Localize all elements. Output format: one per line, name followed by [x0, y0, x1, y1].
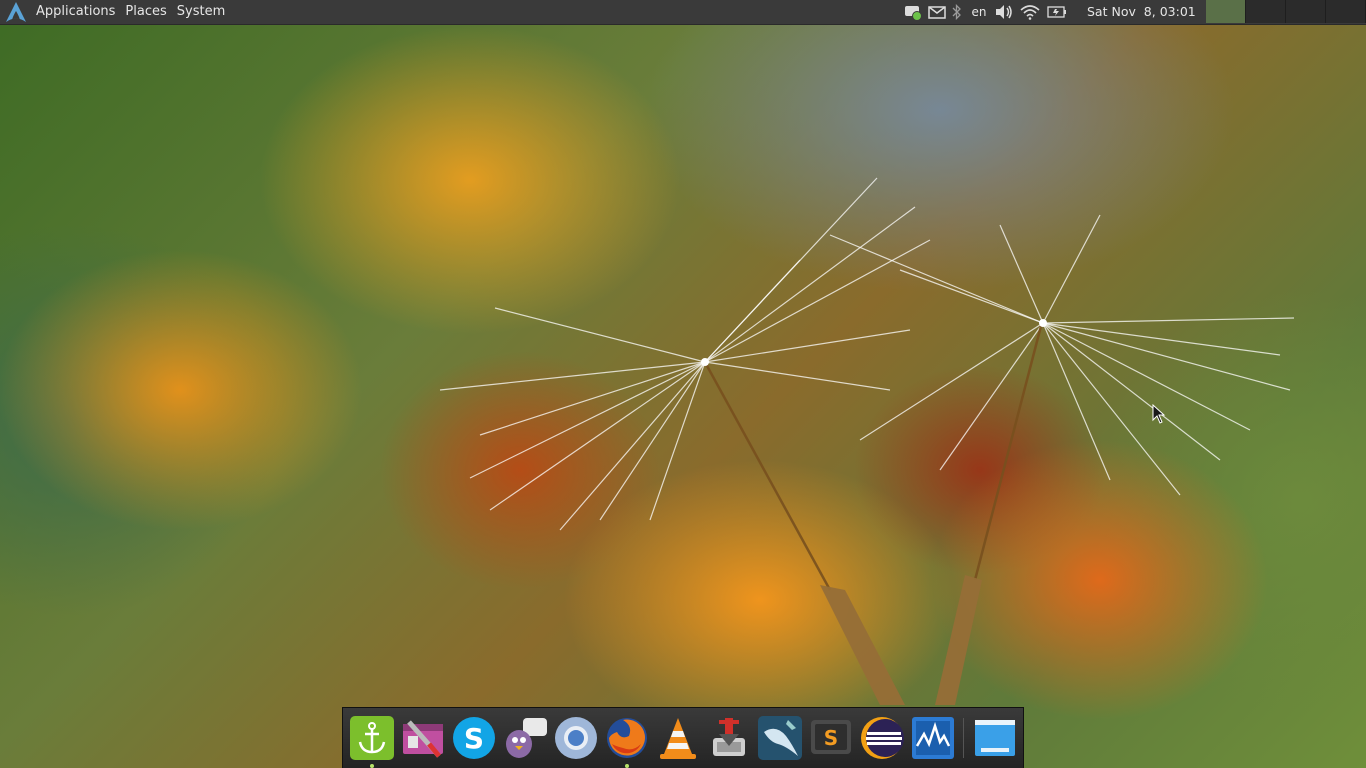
pidgin-icon[interactable]	[501, 714, 549, 762]
svg-text:S: S	[464, 722, 484, 755]
volume-icon[interactable]	[992, 0, 1016, 24]
vlc-icon[interactable]	[654, 714, 702, 762]
desktop[interactable]: Applications Places System en Sat Nov 8,…	[0, 0, 1366, 768]
workspace-4[interactable]	[1326, 0, 1366, 23]
mouse-cursor-icon	[1152, 404, 1166, 424]
keyboard-layout-indicator[interactable]: en	[966, 0, 992, 24]
running-indicator	[370, 764, 374, 768]
workspace-2[interactable]	[1246, 0, 1286, 23]
bluetooth-icon[interactable]	[948, 0, 966, 24]
menu-places[interactable]: Places	[120, 0, 171, 24]
eclipse-icon[interactable]	[858, 714, 906, 762]
firefox-icon[interactable]	[603, 714, 651, 768]
chat-status-icon[interactable]	[900, 0, 926, 24]
transmission-icon[interactable]	[705, 714, 753, 762]
system-monitor-icon[interactable]	[909, 714, 957, 762]
wifi-icon[interactable]	[1016, 0, 1044, 24]
dock-separator	[963, 718, 964, 758]
workspace-1[interactable]	[1206, 0, 1246, 23]
mysql-workbench-icon[interactable]	[756, 714, 804, 762]
running-indicator	[625, 764, 629, 768]
menu-system[interactable]: System	[172, 0, 230, 24]
workspace-3[interactable]	[1286, 0, 1326, 23]
battery-icon[interactable]	[1044, 0, 1070, 24]
show-desktop-icon[interactable]	[971, 714, 1019, 762]
wallpaper-image	[439, 177, 1295, 705]
system-tray: en	[900, 0, 1070, 24]
system-tools-icon[interactable]	[399, 714, 447, 762]
svg-text:S: S	[824, 726, 838, 750]
chromium-icon[interactable]	[552, 714, 600, 762]
main-menu: Applications Places System	[0, 0, 230, 24]
mail-icon[interactable]	[926, 0, 948, 24]
sublime-text-icon[interactable]: S	[807, 714, 855, 762]
anchor-icon[interactable]	[348, 714, 396, 768]
top-panel: Applications Places System en Sat Nov 8,…	[0, 0, 1366, 25]
arch-logo-icon[interactable]	[5, 1, 27, 23]
menu-applications[interactable]: Applications	[31, 0, 120, 24]
dock: S S	[342, 707, 1024, 768]
skype-icon[interactable]: S	[450, 714, 498, 762]
workspace-switcher	[1206, 0, 1366, 23]
clock[interactable]: Sat Nov 8, 03:01	[1087, 0, 1196, 24]
